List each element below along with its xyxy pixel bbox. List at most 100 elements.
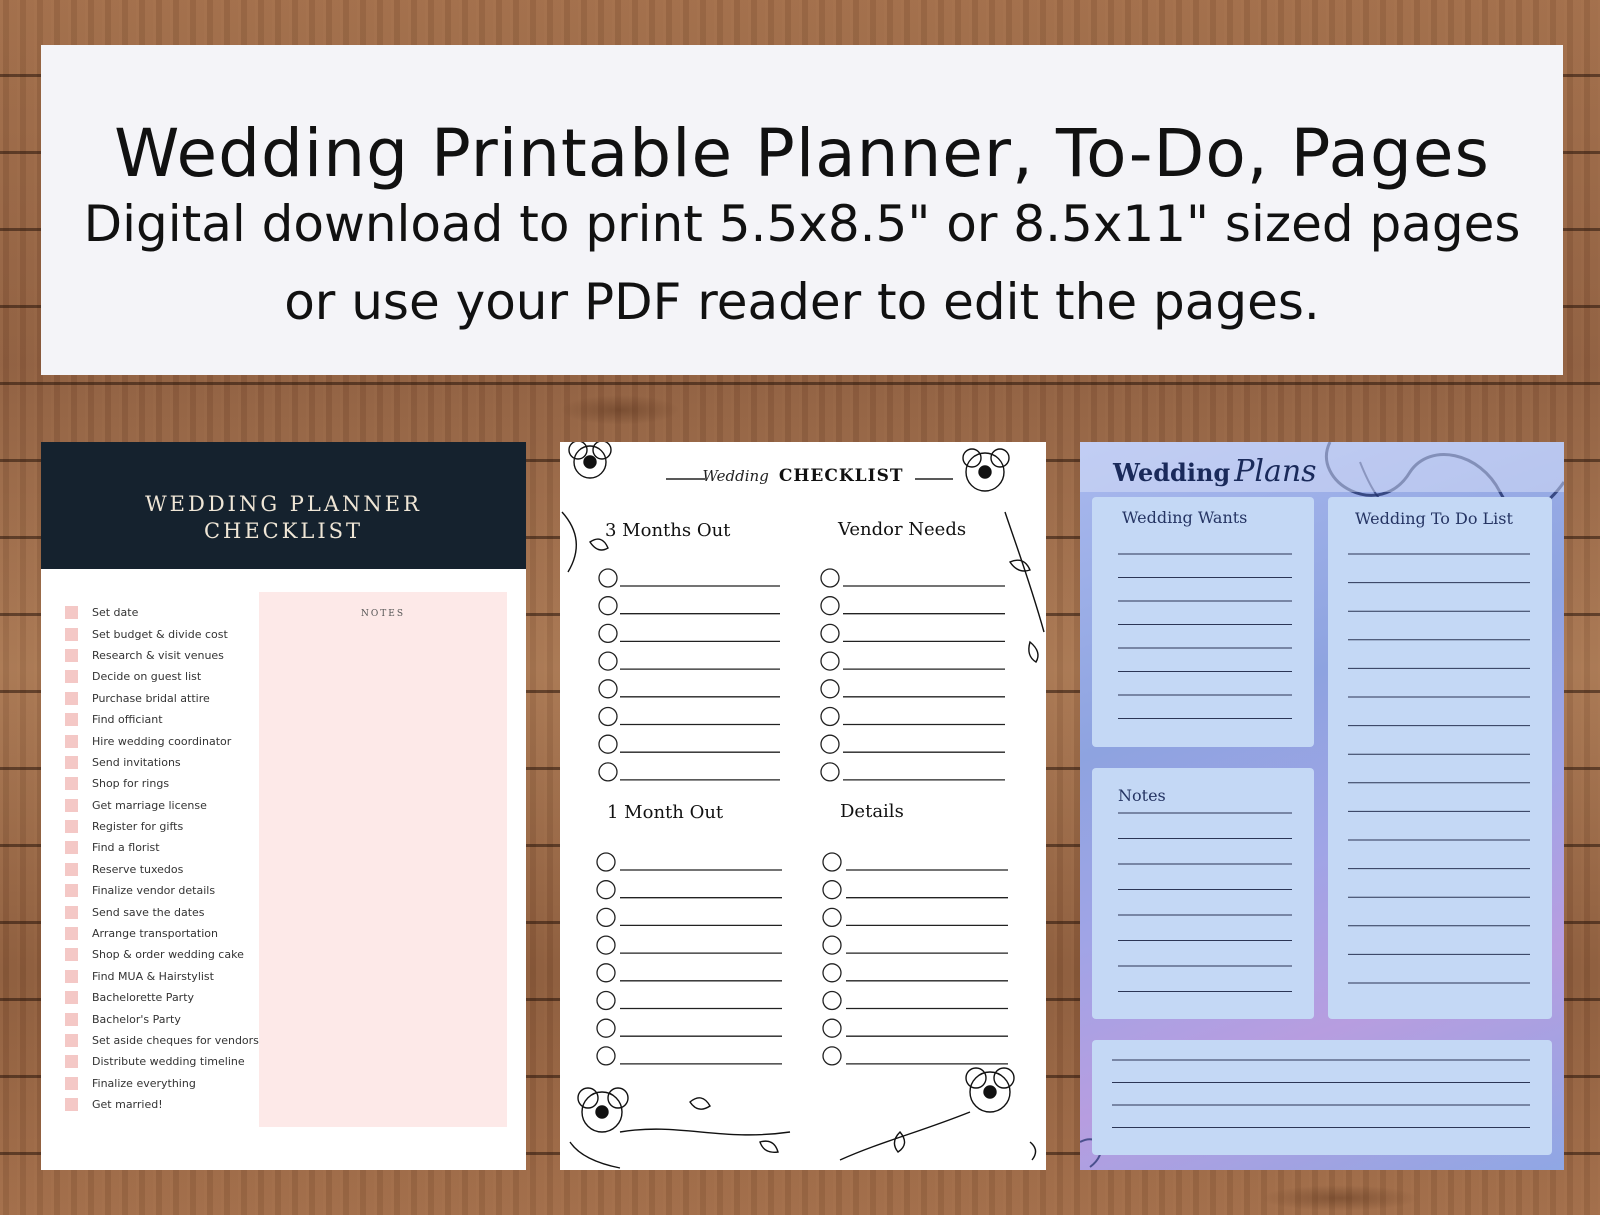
checkbox[interactable] <box>65 841 78 855</box>
checklist-item: Get marriage license <box>65 795 265 816</box>
checkbox-circle[interactable] <box>598 596 618 616</box>
checkbox-circle[interactable] <box>598 762 618 782</box>
checkbox[interactable] <box>65 606 78 620</box>
checklist-item-label: Finalize everything <box>92 1076 196 1090</box>
checkbox-circle[interactable] <box>598 734 618 754</box>
checkbox-circle[interactable] <box>820 623 840 644</box>
checklist-item: Decide on guest list <box>65 666 265 687</box>
checklist-item-label: Research & visit venues <box>92 648 224 662</box>
checklist-item-label: Find officiant <box>92 713 163 727</box>
checkbox-circle[interactable] <box>822 1018 842 1038</box>
checklist-item: Bachelorette Party <box>65 987 265 1008</box>
checkbox[interactable] <box>65 1098 78 1112</box>
checklist-item-label: Distribute wedding timeline <box>92 1055 245 1069</box>
checkbox[interactable] <box>65 991 78 1005</box>
checklist-item-label: Hire wedding coordinator <box>92 734 232 748</box>
checklist-item-label: Finalize vendor details <box>92 884 216 898</box>
checklist-item: Send invitations <box>65 752 265 773</box>
checkbox[interactable] <box>65 905 78 919</box>
checkbox[interactable] <box>65 755 78 769</box>
checkbox[interactable] <box>65 969 78 983</box>
checkbox-circle[interactable] <box>822 963 842 983</box>
checkbox-circle[interactable] <box>822 880 842 900</box>
checklist-item-label: Find MUA & Hairstylist <box>92 969 214 983</box>
checkbox[interactable] <box>65 627 78 641</box>
checkbox-circle[interactable] <box>598 651 618 671</box>
checkbox[interactable] <box>65 670 78 684</box>
checkbox[interactable] <box>65 884 78 898</box>
checkbox-circle[interactable] <box>598 706 618 727</box>
checklist-item-label: Register for gifts <box>92 820 184 834</box>
checkbox[interactable] <box>65 820 78 834</box>
wood-grain-knot <box>560 395 680 425</box>
banner-subtitle-line1: Digital download to print 5.5x8.5" or 8.… <box>83 195 1521 253</box>
checkbox-circle[interactable] <box>822 852 842 872</box>
checkbox-circle[interactable] <box>596 990 616 1011</box>
checkbox-circle[interactable] <box>820 596 840 616</box>
checkbox-circle[interactable] <box>822 990 842 1011</box>
checklist-item-label: Set date <box>92 606 139 620</box>
checklist-item-label: Bachelorette Party <box>92 991 195 1005</box>
checkbox-circle[interactable] <box>596 1046 616 1066</box>
checkbox[interactable] <box>65 777 78 791</box>
checklist-item: Bachelor's Party <box>65 1008 265 1029</box>
planner-checklist-page: WEDDING PLANNER CHECKLIST Set date Set bu… <box>41 442 526 1170</box>
checkbox-circle[interactable] <box>596 935 616 955</box>
checkbox-circle[interactable] <box>598 568 618 588</box>
checkbox[interactable] <box>65 691 78 705</box>
checklist-item-label: Send save the dates <box>92 905 205 919</box>
checkbox-circle[interactable] <box>822 935 842 955</box>
floral-checklist-page: Wedding CHECKLIST 3 Months Out Vendor Nee… <box>560 442 1046 1170</box>
section-3-months-out: 3 Months Out <box>605 520 731 541</box>
checklist-item: Set date <box>65 602 265 623</box>
checkbox-circle[interactable] <box>598 679 618 699</box>
flower-icon <box>561 442 612 573</box>
checkbox-circle[interactable] <box>820 679 840 699</box>
checkbox-circle[interactable] <box>820 706 840 727</box>
checkbox[interactable] <box>65 948 78 962</box>
checkbox-circle[interactable] <box>820 762 840 782</box>
checklist-item: Register for gifts <box>65 816 265 837</box>
checklist-item-label: Send invitations <box>92 755 181 769</box>
checkbox-circle[interactable] <box>596 1018 616 1038</box>
checkbox-circle[interactable] <box>596 880 616 900</box>
checklist-item-label: Arrange transportation <box>92 927 218 941</box>
checkbox[interactable] <box>65 862 78 876</box>
checkbox-circle[interactable] <box>820 568 840 588</box>
checkbox-circle[interactable] <box>822 1046 842 1066</box>
checkbox[interactable] <box>65 734 78 748</box>
checklist-item: Arrange transportation <box>65 923 265 944</box>
checkbox-circle[interactable] <box>822 907 842 928</box>
checkbox[interactable] <box>65 713 78 727</box>
checkbox[interactable] <box>65 1055 78 1069</box>
section-details: Details <box>840 801 904 822</box>
checkbox-circle[interactable] <box>598 623 618 644</box>
checklist-item: Set budget & divide cost <box>65 623 265 644</box>
checkbox[interactable] <box>65 1076 78 1090</box>
checkbox[interactable] <box>65 648 78 662</box>
banner-title: Wedding Printable Planner, To-Do, Pages <box>114 115 1490 192</box>
checklist-title-main: CHECKLIST <box>778 466 904 486</box>
checkbox[interactable] <box>65 798 78 812</box>
checklist-header-line2: CHECKLIST <box>203 519 364 543</box>
notes-area: NOTES <box>259 592 507 1127</box>
checklist-item-label: Get marriage license <box>92 798 207 812</box>
checklist-item: Send save the dates <box>65 901 265 922</box>
checkbox-circle[interactable] <box>596 963 616 983</box>
checkbox-circle[interactable] <box>596 907 616 928</box>
wood-grain-knot <box>1260 1185 1420 1211</box>
checkbox-circle[interactable] <box>596 852 616 872</box>
checklist-item-label: Shop for rings <box>92 777 170 791</box>
checklist-item-label: Decide on guest list <box>92 670 202 684</box>
checkbox[interactable] <box>65 1012 78 1026</box>
checkbox-circle[interactable] <box>820 734 840 754</box>
checkbox-circle[interactable] <box>820 651 840 671</box>
checklist-item: Reserve tuxedos <box>65 859 265 880</box>
checklist-item: Finalize vendor details <box>65 880 265 901</box>
checkbox[interactable] <box>65 927 78 941</box>
checklist-items: Set date Set budget & divide cost Research… <box>65 602 265 1115</box>
checklist-item: Find MUA & Hairstylist <box>65 966 265 987</box>
checklist-item-label: Set aside cheques for vendors <box>92 1034 259 1047</box>
flower-icon <box>839 1067 1037 1161</box>
checkbox[interactable] <box>65 1034 78 1047</box>
